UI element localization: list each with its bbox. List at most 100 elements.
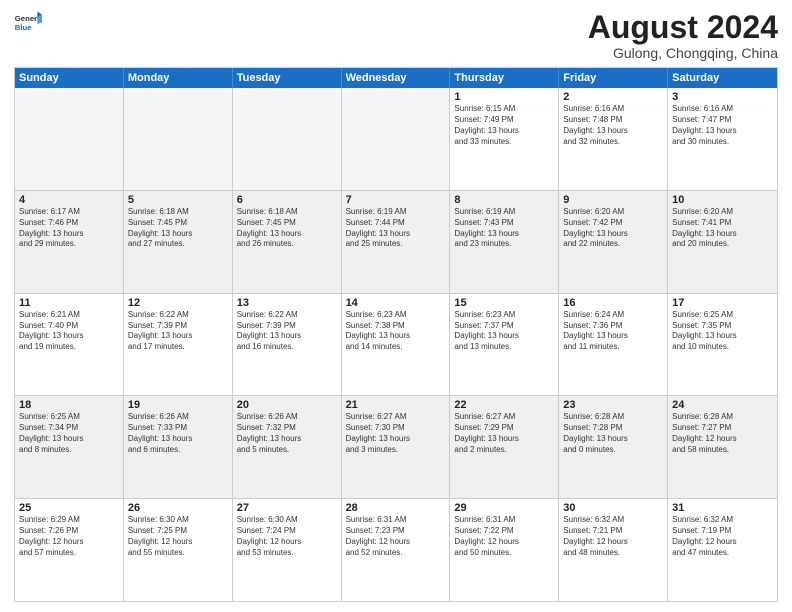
day-info: Sunrise: 6:22 AM Sunset: 7:39 PM Dayligh… (128, 310, 228, 353)
day-info: Sunrise: 6:17 AM Sunset: 7:46 PM Dayligh… (19, 207, 119, 250)
day-number: 14 (346, 297, 446, 309)
day-info: Sunrise: 6:28 AM Sunset: 7:28 PM Dayligh… (563, 412, 663, 455)
day-info: Sunrise: 6:21 AM Sunset: 7:40 PM Dayligh… (19, 310, 119, 353)
day-info: Sunrise: 6:28 AM Sunset: 7:27 PM Dayligh… (672, 412, 773, 455)
day-info: Sunrise: 6:20 AM Sunset: 7:41 PM Dayligh… (672, 207, 773, 250)
day-number: 9 (563, 194, 663, 206)
header-day-thursday: Thursday (450, 68, 559, 88)
day-info: Sunrise: 6:30 AM Sunset: 7:24 PM Dayligh… (237, 515, 337, 558)
cal-cell: 28Sunrise: 6:31 AM Sunset: 7:23 PM Dayli… (342, 499, 451, 601)
logo: General Blue (14, 10, 42, 38)
week-row-3: 18Sunrise: 6:25 AM Sunset: 7:34 PM Dayli… (15, 396, 777, 499)
cal-cell (233, 88, 342, 190)
week-row-4: 25Sunrise: 6:29 AM Sunset: 7:26 PM Dayli… (15, 499, 777, 601)
day-number: 16 (563, 297, 663, 309)
day-number: 20 (237, 399, 337, 411)
cal-cell: 10Sunrise: 6:20 AM Sunset: 7:41 PM Dayli… (668, 191, 777, 293)
day-info: Sunrise: 6:25 AM Sunset: 7:34 PM Dayligh… (19, 412, 119, 455)
cal-cell: 3Sunrise: 6:16 AM Sunset: 7:47 PM Daylig… (668, 88, 777, 190)
day-number: 21 (346, 399, 446, 411)
page-header: General Blue August 2024 Gulong, Chongqi… (14, 10, 778, 61)
cal-cell: 12Sunrise: 6:22 AM Sunset: 7:39 PM Dayli… (124, 294, 233, 396)
day-number: 6 (237, 194, 337, 206)
day-number: 25 (19, 502, 119, 514)
day-info: Sunrise: 6:23 AM Sunset: 7:37 PM Dayligh… (454, 310, 554, 353)
cal-cell: 23Sunrise: 6:28 AM Sunset: 7:28 PM Dayli… (559, 396, 668, 498)
cal-cell: 16Sunrise: 6:24 AM Sunset: 7:36 PM Dayli… (559, 294, 668, 396)
week-row-2: 11Sunrise: 6:21 AM Sunset: 7:40 PM Dayli… (15, 294, 777, 397)
header-day-saturday: Saturday (668, 68, 777, 88)
cal-cell: 24Sunrise: 6:28 AM Sunset: 7:27 PM Dayli… (668, 396, 777, 498)
day-number: 28 (346, 502, 446, 514)
cal-cell: 7Sunrise: 6:19 AM Sunset: 7:44 PM Daylig… (342, 191, 451, 293)
cal-cell: 9Sunrise: 6:20 AM Sunset: 7:42 PM Daylig… (559, 191, 668, 293)
day-info: Sunrise: 6:20 AM Sunset: 7:42 PM Dayligh… (563, 207, 663, 250)
day-number: 12 (128, 297, 228, 309)
day-info: Sunrise: 6:16 AM Sunset: 7:47 PM Dayligh… (672, 104, 773, 147)
day-number: 13 (237, 297, 337, 309)
title-block: August 2024 Gulong, Chongqing, China (588, 10, 778, 61)
cal-cell: 21Sunrise: 6:27 AM Sunset: 7:30 PM Dayli… (342, 396, 451, 498)
cal-cell: 19Sunrise: 6:26 AM Sunset: 7:33 PM Dayli… (124, 396, 233, 498)
day-number: 26 (128, 502, 228, 514)
cal-cell: 14Sunrise: 6:23 AM Sunset: 7:38 PM Dayli… (342, 294, 451, 396)
day-number: 3 (672, 91, 773, 103)
day-number: 29 (454, 502, 554, 514)
day-info: Sunrise: 6:32 AM Sunset: 7:21 PM Dayligh… (563, 515, 663, 558)
svg-text:Blue: Blue (15, 23, 33, 32)
day-number: 1 (454, 91, 554, 103)
cal-cell: 17Sunrise: 6:25 AM Sunset: 7:35 PM Dayli… (668, 294, 777, 396)
cal-cell: 25Sunrise: 6:29 AM Sunset: 7:26 PM Dayli… (15, 499, 124, 601)
day-info: Sunrise: 6:26 AM Sunset: 7:33 PM Dayligh… (128, 412, 228, 455)
day-info: Sunrise: 6:18 AM Sunset: 7:45 PM Dayligh… (128, 207, 228, 250)
day-number: 18 (19, 399, 119, 411)
cal-cell (342, 88, 451, 190)
day-number: 22 (454, 399, 554, 411)
day-number: 24 (672, 399, 773, 411)
cal-cell (15, 88, 124, 190)
day-number: 19 (128, 399, 228, 411)
day-info: Sunrise: 6:16 AM Sunset: 7:48 PM Dayligh… (563, 104, 663, 147)
header-day-monday: Monday (124, 68, 233, 88)
header-day-friday: Friday (559, 68, 668, 88)
cal-cell: 26Sunrise: 6:30 AM Sunset: 7:25 PM Dayli… (124, 499, 233, 601)
day-number: 23 (563, 399, 663, 411)
day-number: 2 (563, 91, 663, 103)
cal-cell: 13Sunrise: 6:22 AM Sunset: 7:39 PM Dayli… (233, 294, 342, 396)
day-info: Sunrise: 6:32 AM Sunset: 7:19 PM Dayligh… (672, 515, 773, 558)
day-info: Sunrise: 6:31 AM Sunset: 7:22 PM Dayligh… (454, 515, 554, 558)
calendar: SundayMondayTuesdayWednesdayThursdayFrid… (14, 67, 778, 602)
day-number: 17 (672, 297, 773, 309)
day-number: 31 (672, 502, 773, 514)
day-number: 5 (128, 194, 228, 206)
day-number: 27 (237, 502, 337, 514)
day-number: 11 (19, 297, 119, 309)
day-number: 7 (346, 194, 446, 206)
day-info: Sunrise: 6:25 AM Sunset: 7:35 PM Dayligh… (672, 310, 773, 353)
cal-cell: 2Sunrise: 6:16 AM Sunset: 7:48 PM Daylig… (559, 88, 668, 190)
cal-cell (124, 88, 233, 190)
day-info: Sunrise: 6:15 AM Sunset: 7:49 PM Dayligh… (454, 104, 554, 147)
cal-cell: 5Sunrise: 6:18 AM Sunset: 7:45 PM Daylig… (124, 191, 233, 293)
header-day-tuesday: Tuesday (233, 68, 342, 88)
cal-cell: 20Sunrise: 6:26 AM Sunset: 7:32 PM Dayli… (233, 396, 342, 498)
cal-cell: 30Sunrise: 6:32 AM Sunset: 7:21 PM Dayli… (559, 499, 668, 601)
month-year: August 2024 (588, 10, 778, 45)
day-number: 30 (563, 502, 663, 514)
cal-cell: 18Sunrise: 6:25 AM Sunset: 7:34 PM Dayli… (15, 396, 124, 498)
cal-cell: 27Sunrise: 6:30 AM Sunset: 7:24 PM Dayli… (233, 499, 342, 601)
logo-icon: General Blue (14, 10, 42, 38)
cal-cell: 1Sunrise: 6:15 AM Sunset: 7:49 PM Daylig… (450, 88, 559, 190)
cal-cell: 4Sunrise: 6:17 AM Sunset: 7:46 PM Daylig… (15, 191, 124, 293)
cal-cell: 15Sunrise: 6:23 AM Sunset: 7:37 PM Dayli… (450, 294, 559, 396)
cal-cell: 31Sunrise: 6:32 AM Sunset: 7:19 PM Dayli… (668, 499, 777, 601)
day-number: 15 (454, 297, 554, 309)
day-info: Sunrise: 6:29 AM Sunset: 7:26 PM Dayligh… (19, 515, 119, 558)
day-info: Sunrise: 6:19 AM Sunset: 7:44 PM Dayligh… (346, 207, 446, 250)
day-info: Sunrise: 6:27 AM Sunset: 7:30 PM Dayligh… (346, 412, 446, 455)
week-row-1: 4Sunrise: 6:17 AM Sunset: 7:46 PM Daylig… (15, 191, 777, 294)
cal-cell: 8Sunrise: 6:19 AM Sunset: 7:43 PM Daylig… (450, 191, 559, 293)
day-info: Sunrise: 6:18 AM Sunset: 7:45 PM Dayligh… (237, 207, 337, 250)
cal-cell: 6Sunrise: 6:18 AM Sunset: 7:45 PM Daylig… (233, 191, 342, 293)
day-number: 4 (19, 194, 119, 206)
